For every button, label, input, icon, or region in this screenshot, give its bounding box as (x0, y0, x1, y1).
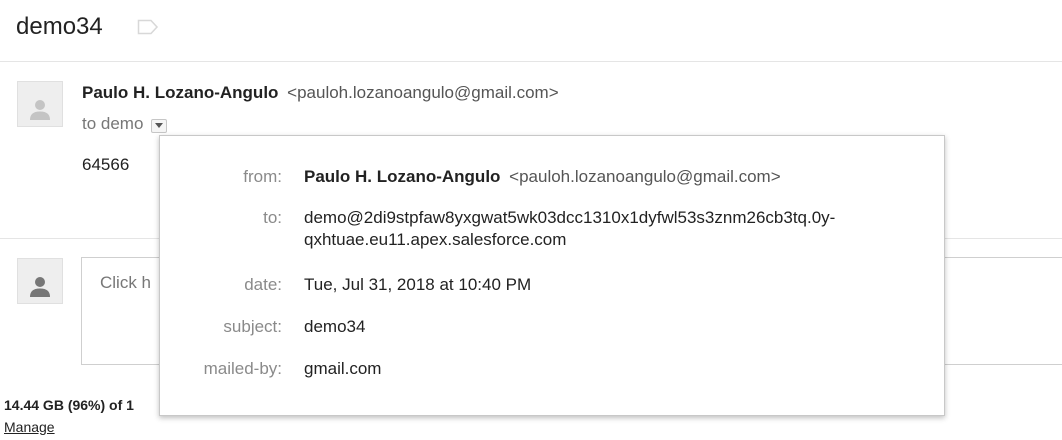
details-from-value: Paulo H. Lozano-Angulo <pauloh.lozanoang… (304, 166, 924, 188)
details-to-value: demo@2di9stpfaw8yxgwat5wk03dcc1310x1dyfw… (304, 208, 836, 249)
message-body: 64566 (82, 155, 130, 174)
details-date-value: Tue, Jul 31, 2018 at 10:40 PM (304, 275, 532, 294)
header-divider (0, 61, 1062, 62)
chevron-down-icon (155, 123, 164, 128)
details-date-label: date: (244, 275, 282, 294)
thread-subject: demo34 (16, 13, 103, 40)
sender-name[interactable]: Paulo H. Lozano-Angulo (82, 83, 278, 102)
sender-email: <pauloh.lozanoangulo@gmail.com> (287, 83, 559, 102)
storage-usage: 14.44 GB (96%) of 1 (4, 397, 134, 413)
details-mailed-by-label: mailed-by: (203, 359, 282, 378)
show-details-button[interactable] (151, 118, 168, 133)
person-avatar-icon (30, 277, 50, 297)
manage-storage-link[interactable]: Manage (4, 419, 55, 435)
message-details-popup: from: Paulo H. Lozano-Angulo <pauloh.loz… (159, 135, 945, 416)
reply-placeholder: Click h (100, 273, 152, 292)
sender-avatar (17, 81, 63, 127)
recipient-summary: to demo (82, 113, 168, 135)
details-mailed-by-value: gmail.com (304, 359, 382, 378)
details-from-label: from: (243, 167, 282, 186)
details-subject-label: subject: (223, 317, 282, 336)
details-subject-value: demo34 (304, 317, 366, 336)
recipient-summary-text: to demo (82, 114, 144, 133)
sender-line: Paulo H. Lozano-Angulo <pauloh.lozanoang… (82, 82, 559, 104)
thread-header: demo34 (16, 10, 159, 44)
label-tag-icon[interactable] (137, 19, 159, 35)
person-avatar-icon (30, 100, 50, 120)
details-to-label: to: (263, 208, 282, 227)
reply-avatar (17, 258, 63, 304)
details-from-name: Paulo H. Lozano-Angulo (304, 167, 501, 186)
details-from-email: <pauloh.lozanoangulo@gmail.com> (509, 167, 781, 186)
